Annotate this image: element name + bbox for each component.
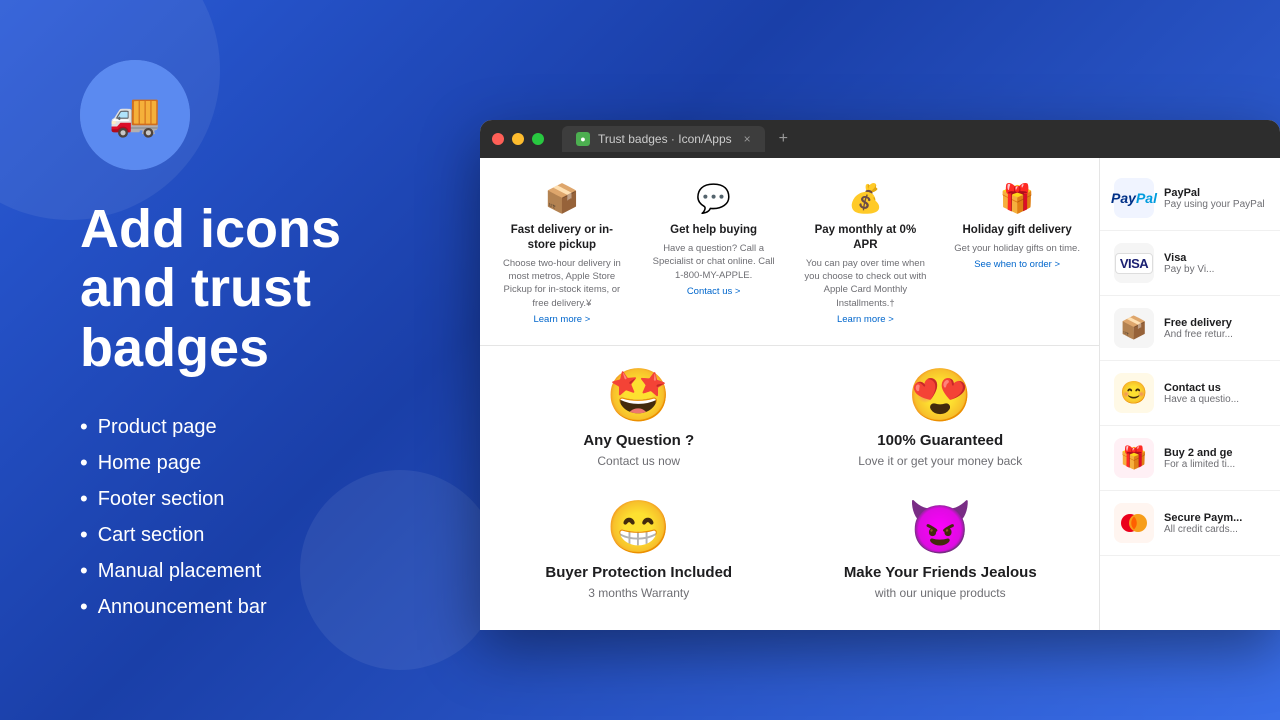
left-panel: 🚚 Add icons and trust badges Product pag… — [0, 0, 480, 720]
secure-text: Secure Paym... All credit cards... — [1164, 512, 1266, 535]
new-tab-button[interactable]: + — [779, 130, 788, 148]
emoji-badge-desc: Love it or get your money back — [858, 453, 1022, 470]
apple-badges-row: 📦 Fast delivery or in-store pickup Choos… — [480, 158, 1099, 346]
payment-item-contact: 😊 Contact us Have a questio... — [1100, 361, 1280, 426]
feature-item: Home page — [80, 450, 267, 476]
browser-window: ● Trust badges · Icon/Apps × + 📦 Fast de… — [480, 120, 1280, 630]
tab-close-button[interactable]: × — [744, 132, 751, 146]
feature-item: Announcement bar — [80, 594, 267, 620]
money-icon: 💰 — [848, 182, 883, 215]
feature-item: Manual placement — [80, 558, 267, 584]
emoji-badge-desc: with our unique products — [875, 585, 1006, 602]
guarantee-emoji: 😍 — [908, 370, 973, 422]
emoji-badge-desc: 3 months Warranty — [588, 585, 689, 602]
emoji-badges-grid: 🤩 Any Question ? Contact us now 😍 100% G… — [480, 346, 1099, 626]
payment-item-visa: VISA Visa Pay by Vi... — [1100, 231, 1280, 296]
chat-icon: 💬 — [696, 182, 731, 215]
apple-badge-help: 💬 Get help buying Have a question? Call … — [642, 178, 786, 329]
main-title: Add icons and trust badges — [80, 200, 440, 378]
emoji-badge-title: Buyer Protection Included — [545, 564, 732, 581]
apple-badge-link[interactable]: Learn more > — [533, 314, 590, 325]
emoji-badge-protection: 😁 Buyer Protection Included 3 months War… — [496, 494, 782, 610]
emoji-badge-title: Make Your Friends Jealous — [844, 564, 1037, 581]
apple-badge-gift: 🎁 Holiday gift delivery Get your holiday… — [945, 178, 1089, 329]
feature-list: Product page Home page Footer section Ca… — [80, 414, 267, 620]
free-delivery-icon: 📦 — [1114, 308, 1154, 348]
apple-badge-desc: You can pay over time when you choose to… — [802, 257, 930, 310]
apple-badge-title: Pay monthly at 0% APR — [802, 223, 930, 253]
apple-badge-link[interactable]: See when to order > — [974, 259, 1060, 270]
emoji-badge-desc: Contact us now — [597, 453, 680, 470]
emoji-badge-guarantee: 😍 100% Guaranteed Love it or get your mo… — [798, 362, 1084, 478]
browser-tab[interactable]: ● Trust badges · Icon/Apps × — [562, 126, 765, 152]
tab-label: Trust badges · Icon/Apps — [598, 132, 732, 146]
protection-emoji: 😁 — [606, 502, 671, 554]
emoji-badge-title: Any Question ? — [583, 432, 694, 449]
browser-content: 📦 Fast delivery or in-store pickup Choos… — [480, 158, 1280, 630]
delivery-badge-icon: 🚚 — [80, 60, 190, 170]
payment-item-secure: Secure Paym... All credit cards... — [1100, 491, 1280, 556]
free-delivery-text: Free delivery And free retur... — [1164, 317, 1266, 340]
buy2-text: Buy 2 and ge For a limited ti... — [1164, 447, 1266, 470]
paypal-icon: PayPal — [1114, 178, 1154, 218]
truck-icon: 🚚 — [109, 91, 161, 140]
apple-badge-title: Get help buying — [670, 223, 757, 238]
apple-badge-title: Fast delivery or in-store pickup — [498, 223, 626, 253]
apple-badge-pay: 💰 Pay monthly at 0% APR You can pay over… — [794, 178, 938, 329]
feature-item: Footer section — [80, 486, 267, 512]
apple-badge-title: Holiday gift delivery — [962, 223, 1071, 238]
mastercard-icon — [1114, 503, 1154, 543]
maximize-dot[interactable] — [532, 133, 544, 145]
tab-favicon: ● — [576, 132, 590, 146]
contact-text: Contact us Have a questio... — [1164, 382, 1266, 405]
emoji-badge-title: 100% Guaranteed — [877, 432, 1003, 449]
apple-badge-link[interactable]: Learn more > — [837, 314, 894, 325]
contact-icon: 😊 — [1114, 373, 1154, 413]
payment-item-paypal: PayPal PayPal Pay using your PayPal — [1100, 166, 1280, 231]
visa-text: Visa Pay by Vi... — [1164, 252, 1266, 275]
apple-badge-delivery: 📦 Fast delivery or in-store pickup Choos… — [490, 178, 634, 329]
gift-icon: 🎁 — [1000, 182, 1035, 215]
apple-badge-desc: Get your holiday gifts on time. — [954, 242, 1080, 255]
emoji-badge-question: 🤩 Any Question ? Contact us now — [496, 362, 782, 478]
payment-item-buy2: 🎁 Buy 2 and ge For a limited ti... — [1100, 426, 1280, 491]
buy2-icon: 🎁 — [1114, 438, 1154, 478]
feature-item: Cart section — [80, 522, 267, 548]
paypal-text: PayPal Pay using your PayPal — [1164, 187, 1266, 210]
visa-icon: VISA — [1114, 243, 1154, 283]
apple-badge-desc: Choose two-hour delivery in most metros,… — [498, 257, 626, 310]
minimize-dot[interactable] — [512, 133, 524, 145]
question-emoji: 🤩 — [606, 370, 671, 422]
payment-item-free-delivery: 📦 Free delivery And free retur... — [1100, 296, 1280, 361]
apple-badge-link[interactable]: Contact us > — [687, 286, 741, 297]
browser-right-section: PayPal PayPal Pay using your PayPal VISA… — [1100, 158, 1280, 630]
feature-item: Product page — [80, 414, 267, 440]
close-dot[interactable] — [492, 133, 504, 145]
apple-badge-desc: Have a question? Call a Specialist or ch… — [650, 242, 778, 282]
emoji-badge-jealous: 😈 Make Your Friends Jealous with our uni… — [798, 494, 1084, 610]
browser-left-section: 📦 Fast delivery or in-store pickup Choos… — [480, 158, 1100, 630]
jealous-emoji: 😈 — [908, 502, 973, 554]
browser-chrome: ● Trust badges · Icon/Apps × + — [480, 120, 1280, 158]
delivery-icon: 📦 — [544, 182, 579, 215]
